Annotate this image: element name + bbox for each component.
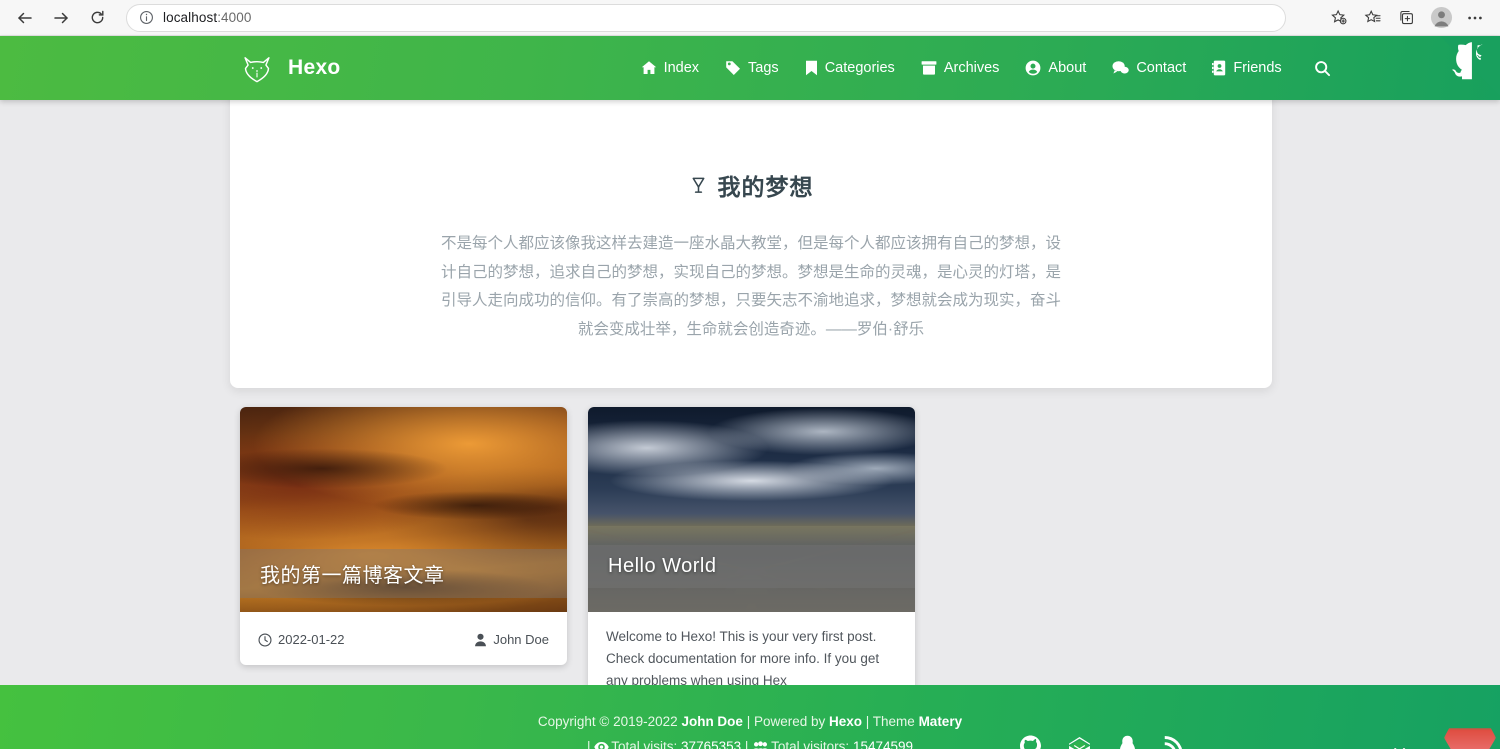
post-title: 我的第一篇博客文章 <box>240 549 567 598</box>
back-button[interactable] <box>10 3 40 33</box>
footer-visitors-label: Total visitors: <box>771 739 850 749</box>
footer-visitors-count: 15474599 <box>852 739 914 749</box>
footer-visits-label: Total visits: <box>611 739 678 749</box>
nav-item-categories[interactable]: Categories <box>805 60 895 76</box>
url-host: localhost <box>163 10 218 25</box>
nav-item-label: Index <box>663 60 700 76</box>
github-icon[interactable] <box>1020 735 1041 749</box>
collections-icon[interactable] <box>1392 3 1422 33</box>
footer-social-links <box>1020 735 1183 749</box>
browser-toolbar-actions <box>1324 3 1490 33</box>
address-bar[interactable]: localhost:4000 <box>126 3 1286 32</box>
nav-item-label: Tags <box>748 60 779 76</box>
clock-icon <box>258 632 272 647</box>
nav-item-tags[interactable]: Tags <box>725 60 779 76</box>
browser-nav-buttons <box>10 3 112 33</box>
nav-item-label: Contact <box>1136 60 1187 76</box>
browser-toolbar: localhost:4000 <box>0 0 1500 36</box>
page-content: 我的梦想 不是每个人都应该像我这样去建造一座水晶大教堂，但是每个人都应该拥有自己… <box>0 100 1500 685</box>
dream-card-text: 不是每个人都应该像我这样去建造一座水晶大教堂，但是每个人都应该拥有自己的梦想，设… <box>441 235 1062 339</box>
nav-search-button[interactable] <box>1314 60 1331 77</box>
nav-item-label: Friends <box>1233 60 1282 76</box>
github-corner-ribbon-icon[interactable] <box>1440 36 1500 96</box>
footer-author-link[interactable]: John Doe <box>681 714 743 729</box>
nav-item-about[interactable]: About <box>1025 60 1086 76</box>
post-title: Hello World <box>588 545 915 588</box>
users-icon <box>752 739 771 749</box>
user-icon <box>474 633 487 647</box>
post-author-group: John Doe <box>474 632 549 647</box>
eye-icon <box>594 739 611 749</box>
footer-theme-link[interactable]: Matery <box>919 714 963 729</box>
nav-item-contact[interactable]: Contact <box>1112 60 1186 76</box>
rss-icon[interactable] <box>1164 736 1183 749</box>
footer-visits-count: 37765353 <box>681 739 742 749</box>
watermark-text: Yuucn.com <box>1394 745 1485 749</box>
nav-item-archives[interactable]: Archives <box>921 60 1000 76</box>
tag-icon <box>725 60 741 76</box>
site-watermark: Yuucn.com <box>1390 726 1500 749</box>
forward-button[interactable] <box>46 3 76 33</box>
footer-powered-prefix: | Powered by <box>742 714 830 730</box>
footer-line-1: Copyright © 2019-2022 John Doe | Powered… <box>0 710 1500 735</box>
post-card-list: 我的第一篇博客文章 2022-01-22 John Doe Hello Worl… <box>240 407 915 685</box>
profile-avatar-icon[interactable] <box>1426 3 1456 33</box>
post-date: 2022-01-22 <box>278 632 345 647</box>
post-card[interactable]: 我的第一篇博客文章 2022-01-22 John Doe <box>240 407 567 665</box>
url-text: localhost:4000 <box>163 10 251 25</box>
address-book-icon <box>1212 60 1226 76</box>
favorites-icon[interactable] <box>1358 3 1388 33</box>
nav-item-index[interactable]: Index <box>641 60 699 76</box>
post-card[interactable]: Hello World Welcome to Hexo! This is you… <box>588 407 915 685</box>
post-excerpt: Welcome to Hexo! This is your very first… <box>606 629 880 685</box>
site-brand-name: Hexo <box>288 56 341 79</box>
post-author: John Doe <box>493 632 549 647</box>
dream-card-title-row: 我的梦想 <box>230 168 1272 202</box>
nav-item-friends[interactable]: Friends <box>1212 60 1282 76</box>
hexo-fox-logo-icon <box>240 51 274 85</box>
site-brand[interactable]: Hexo <box>240 51 341 85</box>
nav-menu: Index Tags Categories Archives About Con… <box>641 60 1331 77</box>
post-cover-image: 我的第一篇博客文章 <box>240 407 567 612</box>
trophy-icon <box>689 176 708 195</box>
reload-button[interactable] <box>82 3 112 33</box>
dream-card-title: 我的梦想 <box>717 174 814 200</box>
footer-hexo-link[interactable]: Hexo <box>829 714 862 729</box>
post-cover-image: Hello World <box>588 407 915 612</box>
comment-icon <box>1112 60 1130 76</box>
search-icon <box>1314 60 1331 77</box>
qq-penguin-icon[interactable] <box>1118 735 1137 749</box>
bookmark-icon <box>805 60 818 76</box>
home-icon <box>641 60 657 76</box>
url-port: :4000 <box>217 10 252 25</box>
site-footer: Copyright © 2019-2022 John Doe | Powered… <box>0 685 1500 749</box>
nav-item-label: About <box>1048 60 1087 76</box>
site-navigation-bar: Hexo Index Tags Categories Archives Abou… <box>0 36 1500 100</box>
nav-item-label: Archives <box>943 60 1000 76</box>
footer-theme-prefix: | Theme <box>862 714 919 730</box>
post-date-group: 2022-01-22 <box>258 632 345 647</box>
user-circle-icon <box>1025 60 1041 76</box>
add-favorite-icon[interactable] <box>1324 3 1354 33</box>
post-meta: 2022-01-22 John Doe <box>240 612 567 665</box>
footer-sep-mid: | <box>741 739 753 749</box>
footer-credits: Copyright © 2019-2022 John Doe | Powered… <box>0 710 1500 749</box>
nav-item-label: Categories <box>824 60 895 76</box>
settings-more-icon[interactable] <box>1460 3 1490 33</box>
archive-box-icon <box>921 60 937 76</box>
email-envelope-icon[interactable] <box>1068 736 1091 749</box>
post-body: Welcome to Hexo! This is your very first… <box>588 612 915 685</box>
dream-card: 我的梦想 不是每个人都应该像我这样去建造一座水晶大教堂，但是每个人都应该拥有自己… <box>230 100 1272 388</box>
footer-copyright-prefix: Copyright © 2019-2022 <box>537 714 682 730</box>
footer-line-2: | Total visits: 37765353 | Total visitor… <box>0 735 1500 749</box>
site-information-icon[interactable] <box>139 10 154 25</box>
